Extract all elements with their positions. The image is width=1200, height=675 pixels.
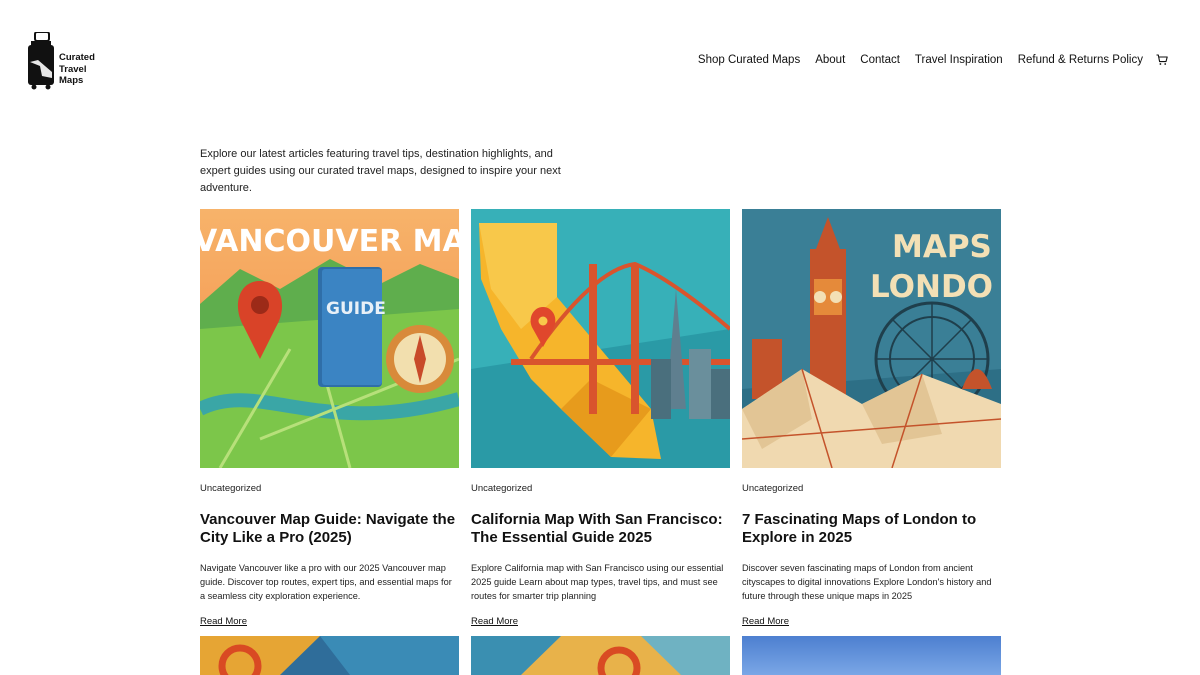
london-image-text-1: MAPS O: [892, 229, 1001, 265]
post-thumbnail[interactable]: [200, 636, 459, 675]
nav-shop-curated-maps[interactable]: Shop Curated Maps: [698, 54, 800, 66]
post-title[interactable]: Vancouver Map Guide: Navigate the City L…: [200, 511, 459, 549]
nav-refund-returns-policy[interactable]: Refund & Returns Policy: [1018, 54, 1143, 66]
posts-grid: VANCOUVER MAP GUIDE Uncategorized Vancou…: [200, 209, 1001, 629]
post-category[interactable]: Uncategorized: [200, 483, 459, 495]
vancouver-book-text: GUIDE: [326, 299, 386, 319]
main-nav: Shop Curated Maps About Contact Travel I…: [683, 54, 1168, 66]
post-thumbnail[interactable]: [471, 636, 730, 675]
intro-text: Explore our latest articles featuring tr…: [200, 148, 561, 194]
brand-line-2: Travel: [59, 63, 87, 75]
brand-line-1: Curated: [59, 52, 95, 63]
brand-name: Curated Travel Maps: [59, 52, 95, 87]
site-logo[interactable]: Curated Travel Maps: [26, 32, 106, 90]
post-thumbnail-london[interactable]: MAPS O LONDO: [742, 209, 1001, 468]
suitcase-logo-icon: [28, 32, 54, 90]
post-excerpt: Explore California map with San Francisc…: [471, 563, 724, 601]
brand-line-3: Maps: [59, 75, 84, 86]
post-title[interactable]: 7 Fascinating Maps of London to Explore …: [742, 511, 1001, 549]
cart-icon[interactable]: [1156, 54, 1168, 66]
site-header: Curated Travel Maps Shop Curated Maps Ab…: [0, 0, 1200, 120]
read-more-link[interactable]: Read More: [742, 616, 789, 627]
london-image-text-2: LONDO: [870, 269, 993, 305]
post-thumbnail-vancouver[interactable]: VANCOUVER MAP GUIDE: [200, 209, 459, 468]
read-more-link[interactable]: Read More: [471, 616, 518, 627]
post-title[interactable]: California Map With San Francisco: The E…: [471, 511, 730, 549]
post-thumbnail[interactable]: [742, 636, 1001, 675]
post-category[interactable]: Uncategorized: [471, 483, 730, 495]
post-excerpt: Discover seven fascinating maps of Londo…: [742, 563, 992, 601]
post-category[interactable]: Uncategorized: [742, 483, 1001, 495]
post-excerpt: Navigate Vancouver like a pro with our 2…: [200, 563, 452, 601]
posts-grid-row-2: [200, 636, 1001, 675]
post-thumbnail-california[interactable]: [471, 209, 730, 468]
read-more-link[interactable]: Read More: [200, 616, 247, 627]
nav-contact[interactable]: Contact: [860, 54, 900, 66]
post-card: Uncategorized California Map With San Fr…: [471, 209, 730, 629]
vancouver-image-text: VANCOUVER MAP: [200, 224, 459, 259]
post-card: MAPS O LONDO Uncategorized 7 Fascinating…: [742, 209, 1001, 629]
post-card: VANCOUVER MAP GUIDE Uncategorized Vancou…: [200, 209, 459, 629]
nav-about[interactable]: About: [815, 54, 845, 66]
nav-travel-inspiration[interactable]: Travel Inspiration: [915, 54, 1003, 66]
